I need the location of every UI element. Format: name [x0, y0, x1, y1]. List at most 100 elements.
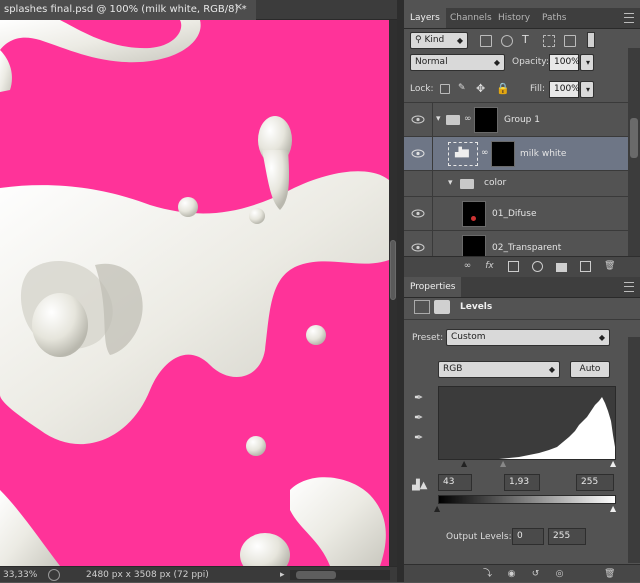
layer-mask-thumbnail[interactable] [491, 141, 515, 167]
properties-panel: Properties Levels Preset: Custom ◆ RGB ◆ A… [404, 277, 640, 582]
input-black-field[interactable]: 43 [438, 474, 472, 491]
layer-thumbnail[interactable] [462, 201, 486, 227]
status-info-icon[interactable] [48, 569, 60, 581]
scroll-thumb[interactable] [390, 240, 396, 300]
visibility-eye-icon[interactable] [411, 115, 425, 124]
visibility-eye-icon[interactable] [411, 243, 425, 252]
layer-row[interactable]: ▾ color [404, 171, 628, 197]
reset-icon[interactable]: ↺ [530, 569, 541, 580]
layer-name[interactable]: color [484, 178, 506, 188]
document-tab[interactable]: splashes final.psd @ 100% (milk white, R… [0, 0, 256, 20]
tab-history[interactable]: History [492, 8, 536, 28]
canvas-vertical-scrollbar[interactable] [389, 20, 397, 566]
levels-histogram [438, 386, 616, 460]
white-input-slider-icon[interactable]: ▲ [610, 459, 616, 468]
opacity-arrow-icon[interactable]: ▾ [580, 54, 594, 71]
output-gradient-bar [438, 495, 616, 504]
lock-all-icon[interactable]: 🔒 [496, 82, 510, 95]
shape-filter-icon[interactable] [543, 35, 555, 47]
new-layer-icon[interactable] [580, 261, 591, 272]
toggle-visibility-icon[interactable]: ◎ [554, 569, 565, 580]
layers-panel-tabs: Layers Channels History Paths [404, 8, 640, 29]
trash-icon[interactable]: 🗑 [604, 261, 615, 272]
scroll-thumb[interactable] [630, 118, 638, 158]
white-output-slider-icon[interactable]: ▲ [610, 504, 616, 513]
panel-gutter [397, 0, 404, 582]
layer-style-icon[interactable]: fx [484, 261, 495, 272]
tab-properties[interactable]: Properties [404, 277, 462, 297]
output-white-field[interactable]: 255 [548, 528, 586, 545]
panel-menu-icon[interactable] [624, 282, 634, 292]
smart-object-filter-icon[interactable] [564, 35, 576, 47]
fill-input[interactable]: 100% [549, 81, 580, 98]
close-document-icon[interactable]: × [234, 0, 243, 13]
layer-row[interactable]: 01_Difuse [404, 197, 628, 231]
layer-name[interactable]: 02_Transparent [492, 243, 561, 253]
panel-menu-icon[interactable] [624, 13, 634, 23]
add-mask-icon[interactable] [508, 261, 519, 272]
layer-list-scrollbar[interactable] [628, 48, 640, 256]
status-menu-arrow-icon[interactable]: ▸ [280, 567, 285, 583]
scroll-thumb[interactable] [296, 571, 336, 579]
tab-paths[interactable]: Paths [536, 8, 572, 28]
tab-channels[interactable]: Channels [444, 8, 498, 28]
chain-link-icon[interactable]: ∞ [481, 148, 489, 158]
new-group-icon[interactable] [556, 263, 567, 272]
opacity-input[interactable]: 100% [549, 54, 580, 71]
new-adjustment-icon[interactable] [532, 261, 543, 272]
gamma-input-slider-icon[interactable]: ▲ [500, 459, 506, 468]
preset-dropdown[interactable]: Custom ◆ [446, 329, 610, 346]
layers-panel: Layers Channels History Paths ⚲ Kind ◆ T … [404, 8, 640, 277]
layer-name[interactable]: Group 1 [504, 115, 540, 125]
auto-button[interactable]: Auto [570, 361, 610, 378]
folder-icon [460, 179, 474, 189]
document-title: splashes final.psd @ 100% (milk white, R… [4, 4, 247, 15]
zoom-level[interactable]: 33,33% [3, 567, 37, 583]
canvas[interactable] [0, 20, 389, 566]
gray-point-eyedropper-icon[interactable]: ✒ [414, 411, 423, 424]
view-previous-icon[interactable]: ◉ [506, 569, 517, 580]
mask-icon[interactable] [434, 300, 450, 314]
lock-transparent-icon[interactable] [440, 84, 450, 94]
tab-layers[interactable]: Layers [404, 8, 446, 28]
layer-filter-dropdown[interactable]: ⚲ Kind ◆ [410, 32, 468, 49]
properties-scrollbar[interactable] [628, 337, 640, 563]
chevron-down-icon: ◆ [456, 36, 463, 45]
expand-arrow-icon[interactable]: ▾ [436, 114, 441, 124]
blend-mode-value: Normal [415, 57, 448, 67]
chevron-down-icon: ◆ [598, 333, 605, 342]
black-point-eyedropper-icon[interactable]: ✒ [414, 391, 423, 404]
fill-arrow-icon[interactable]: ▾ [580, 81, 594, 98]
layer-row[interactable]: ▾ ∞ Group 1 [404, 103, 628, 137]
input-gamma-field[interactable]: 1,93 [504, 474, 540, 491]
levels-adjustment-icon[interactable]: ▟▆ [448, 142, 478, 166]
filter-value: Kind [424, 35, 445, 45]
blend-mode-dropdown[interactable]: Normal ◆ [410, 54, 505, 71]
type-filter-icon[interactable]: T [522, 33, 529, 46]
white-point-eyedropper-icon[interactable]: ✒ [414, 431, 423, 444]
trash-icon[interactable]: 🗑 [604, 569, 615, 580]
link-layers-icon[interactable]: ∞ [462, 261, 473, 272]
visibility-eye-icon[interactable] [411, 209, 425, 218]
input-white-field[interactable]: 255 [576, 474, 614, 491]
horizontal-scrollbar[interactable] [290, 570, 390, 580]
clip-to-layer-icon[interactable]: ⤵ [482, 569, 493, 580]
channel-dropdown[interactable]: RGB ◆ [438, 361, 560, 378]
group-mask-thumbnail[interactable] [474, 107, 498, 133]
output-black-field[interactable]: 0 [512, 528, 544, 545]
layer-row-selected[interactable]: ▟▆ ∞ milk white [404, 137, 628, 171]
layer-name[interactable]: 01_Difuse [492, 209, 536, 219]
black-output-slider-icon[interactable]: ▲ [434, 504, 440, 513]
adjustment-filter-icon[interactable] [501, 35, 513, 47]
pixel-filter-icon[interactable] [480, 35, 492, 47]
lock-image-icon[interactable]: ✎ [458, 83, 466, 93]
lock-position-icon[interactable]: ✥ [476, 82, 485, 95]
layer-name[interactable]: milk white [520, 149, 566, 159]
visibility-eye-icon[interactable] [411, 149, 425, 158]
layer-row[interactable]: 02_Transparent [404, 231, 628, 256]
black-input-slider-icon[interactable]: ▲ [461, 459, 467, 468]
chain-link-icon[interactable]: ∞ [464, 114, 472, 124]
expand-arrow-icon[interactable]: ▾ [448, 178, 453, 188]
filter-toggle-icon[interactable] [587, 32, 595, 48]
layer-thumbnail[interactable] [462, 235, 486, 256]
